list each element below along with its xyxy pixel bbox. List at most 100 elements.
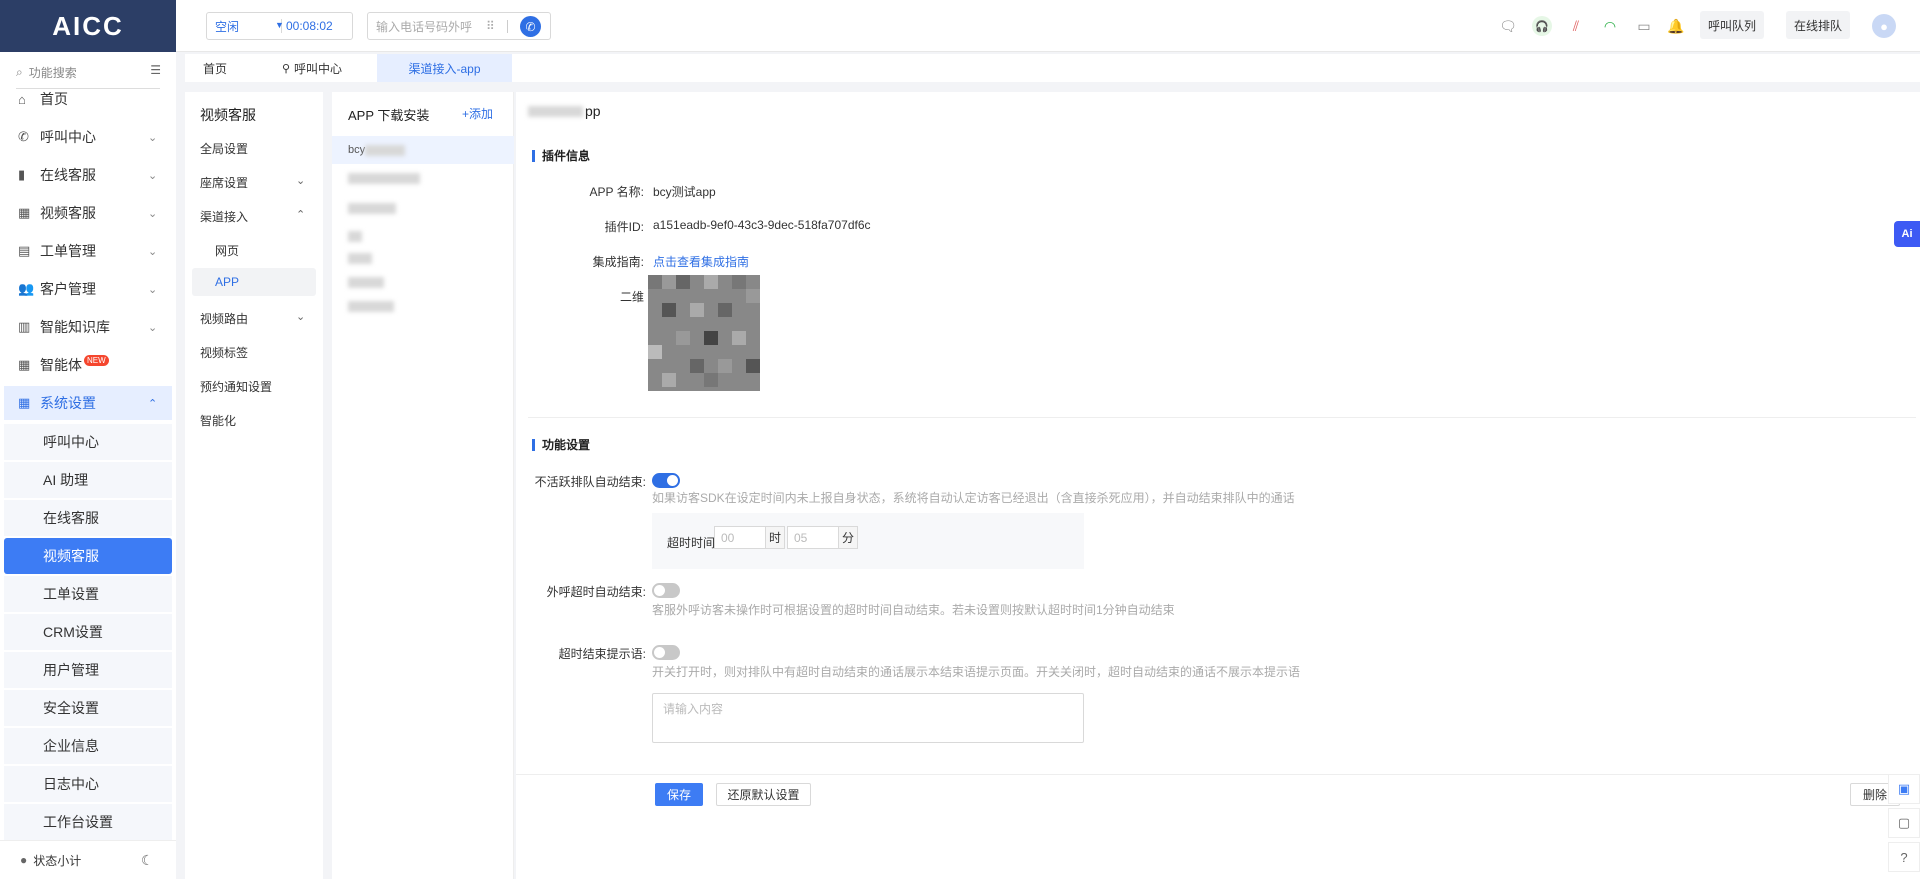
- sidebar-item-home[interactable]: ⌂ 首页: [0, 82, 176, 116]
- sidebar-item-online-service[interactable]: ▮ 在线客服 ⌄: [0, 158, 176, 192]
- headset-icon[interactable]: 🎧: [1532, 16, 1552, 36]
- new-badge: NEW: [84, 355, 109, 366]
- tab-channel-app[interactable]: 渠道接入-app: [377, 54, 512, 82]
- nav-web[interactable]: 网页: [215, 242, 239, 259]
- nav-global-settings[interactable]: 全局设置: [200, 140, 248, 157]
- nav-seat-settings[interactable]: 座席设置 ⌄: [200, 174, 305, 191]
- sidebar-item-label: 智能体: [40, 357, 82, 373]
- sidebar-item-customers[interactable]: 👥 客户管理 ⌄: [0, 272, 176, 306]
- end-tip-textarea[interactable]: 请输入内容: [652, 693, 1084, 743]
- divider: [528, 417, 1916, 418]
- sidebar-item-knowledge[interactable]: ▥ 智能知识库 ⌄: [0, 310, 176, 344]
- dialpad-icon[interactable]: ⠿: [486, 19, 495, 33]
- add-app-button[interactable]: +添加: [462, 105, 493, 122]
- chevron-up-icon: ⌃: [296, 209, 306, 221]
- nav-app[interactable]: APP: [192, 268, 316, 296]
- search-placeholder: 功能搜索: [28, 65, 77, 80]
- caret-down-icon: ▼: [275, 20, 284, 30]
- agent-status-select[interactable]: 空闲 ▼ 00:08:02: [206, 12, 353, 40]
- sidebar-item-video-service[interactable]: ▦ 视频客服 ⌄: [0, 196, 176, 230]
- sidebar-sub-workbench[interactable]: 工作台设置: [4, 804, 172, 840]
- sidebar-item-tickets[interactable]: ▤ 工单管理 ⌄: [0, 234, 176, 268]
- sidebar-sub-logs[interactable]: 日志中心: [4, 766, 172, 802]
- reset-default-button[interactable]: 还原默认设置: [716, 783, 811, 806]
- sidebar-sub-enterprise[interactable]: 企业信息: [4, 728, 172, 764]
- status-summary-label: 状态小计: [33, 853, 82, 868]
- settings-nav: 视频客服 全局设置 座席设置 ⌄ 渠道接入 ⌃ 网页 APP 视频路由 ⌄ 视频…: [185, 92, 323, 879]
- sidebar-sub-video-service[interactable]: 视频客服: [4, 538, 172, 574]
- sidebar-sub-ai-assistant[interactable]: AI 助理: [4, 462, 172, 498]
- sidebar-sub-crm[interactable]: CRM设置: [4, 614, 172, 650]
- blurred-text: [348, 300, 394, 312]
- tab-home[interactable]: 首页: [185, 54, 245, 82]
- tab-call-center[interactable]: ⚲ 呼叫中心: [267, 54, 357, 82]
- sidebar-sub-call-center[interactable]: 呼叫中心: [4, 424, 172, 460]
- app-list-title: APP 下载安装: [348, 108, 430, 123]
- chevron-down-icon: ⌄: [148, 131, 158, 144]
- sidebar-item-system-settings[interactable]: ▦ 系统设置 ⌃: [4, 386, 172, 420]
- guide-link[interactable]: 点击查看集成指南: [653, 253, 749, 270]
- calendar-icon[interactable]: ▭: [1634, 16, 1654, 36]
- clipboard-icon: ▤: [18, 243, 31, 258]
- blurred-text: [348, 172, 420, 184]
- grid-icon: ▦: [18, 205, 31, 220]
- timeout-minutes-input[interactable]: 05: [787, 526, 839, 549]
- bell-icon[interactable]: 🔔: [1666, 16, 1686, 36]
- sidebar-item-label: 系统设置: [40, 395, 96, 411]
- nav-channel-access[interactable]: 渠道接入 ⌃: [200, 208, 305, 225]
- app-list-item-label: bcy: [348, 144, 366, 156]
- minutes-unit: 分: [838, 526, 858, 549]
- nav-intelligence[interactable]: 智能化: [200, 412, 236, 429]
- sidebar-sub-users[interactable]: 用户管理: [4, 652, 172, 688]
- guide-label: 集成指南:: [592, 255, 644, 269]
- sidebar-item-agent[interactable]: ▦ 智能体 NEW: [0, 348, 176, 382]
- ai-assistant-button[interactable]: Ai: [1894, 221, 1920, 247]
- call-queue-button[interactable]: 呼叫队列: [1700, 11, 1764, 39]
- dark-mode-icon[interactable]: ☾: [141, 852, 154, 869]
- chat-bubble-icon[interactable]: ▢: [1888, 808, 1920, 838]
- sidebar-sub-online-service[interactable]: 在线客服: [4, 500, 172, 536]
- blurred-text: [365, 144, 406, 156]
- tab-label: 呼叫中心: [294, 61, 343, 76]
- collapse-menu-icon[interactable]: ☰: [150, 63, 161, 77]
- inactive-end-toggle[interactable]: [652, 473, 680, 488]
- message-icon[interactable]: 🗨: [1498, 16, 1518, 36]
- plugin-id-label: 插件ID:: [604, 220, 644, 234]
- network-off-icon[interactable]: ⫽: [1566, 16, 1586, 36]
- notes-icon[interactable]: ▣: [1888, 774, 1920, 804]
- nav-video-tags[interactable]: 视频标签: [200, 344, 248, 361]
- sidebar-sub-security[interactable]: 安全设置: [4, 690, 172, 726]
- outbound-end-toggle[interactable]: [652, 583, 680, 598]
- menu-search[interactable]: ⌕ 功能搜索 ☰: [16, 62, 161, 82]
- nav-label: 视频路由: [200, 312, 249, 326]
- help-icon[interactable]: ?: [1888, 842, 1920, 872]
- online-queue-button[interactable]: 在线排队: [1786, 11, 1850, 39]
- app-list: APP 下载安装 +添加 bcy: [332, 92, 514, 879]
- nav-appointment[interactable]: 预约通知设置: [200, 378, 272, 395]
- timeout-hours-input[interactable]: 00: [714, 526, 766, 549]
- chevron-down-icon: ⌄: [148, 207, 158, 220]
- app-list-item[interactable]: bcy: [332, 136, 514, 164]
- save-button[interactable]: 保存: [655, 783, 703, 806]
- status-summary[interactable]: ● 状态小计 ☾: [0, 840, 176, 879]
- end-tip-toggle[interactable]: [652, 645, 680, 660]
- app-list-item[interactable]: [332, 164, 514, 192]
- timeout-label: 超时时间:: [667, 536, 719, 550]
- avatar[interactable]: ●: [1872, 14, 1896, 38]
- sidebar: ⌕ 功能搜索 ☰ ⌂ 首页 ✆ 呼叫中心 ⌄ ▮ 在线客服 ⌄ ▦ 视频客服 ⌄…: [0, 52, 176, 879]
- wifi-icon[interactable]: ◠: [1600, 16, 1620, 36]
- phone-dial-input[interactable]: 输入电话号码外呼 ⠿ ✆: [367, 12, 551, 40]
- sidebar-item-label: 视频客服: [40, 205, 96, 221]
- pin-icon: ⚲: [281, 62, 291, 75]
- app-detail-title-suffix: pp: [585, 103, 601, 119]
- sidebar-sub-ticket-settings[interactable]: 工单设置: [4, 576, 172, 612]
- app-list-item[interactable]: [332, 292, 514, 320]
- blurred-text: [348, 276, 384, 288]
- agent-status: 空闲: [215, 19, 240, 34]
- home-icon: ⌂: [18, 91, 26, 107]
- call-icon[interactable]: ✆: [520, 16, 541, 37]
- app-list-item[interactable]: [332, 194, 514, 222]
- sidebar-item-call-center[interactable]: ✆ 呼叫中心 ⌄: [0, 120, 176, 154]
- chevron-down-icon: ⌄: [296, 311, 306, 323]
- nav-video-routing[interactable]: 视频路由 ⌄: [200, 310, 305, 327]
